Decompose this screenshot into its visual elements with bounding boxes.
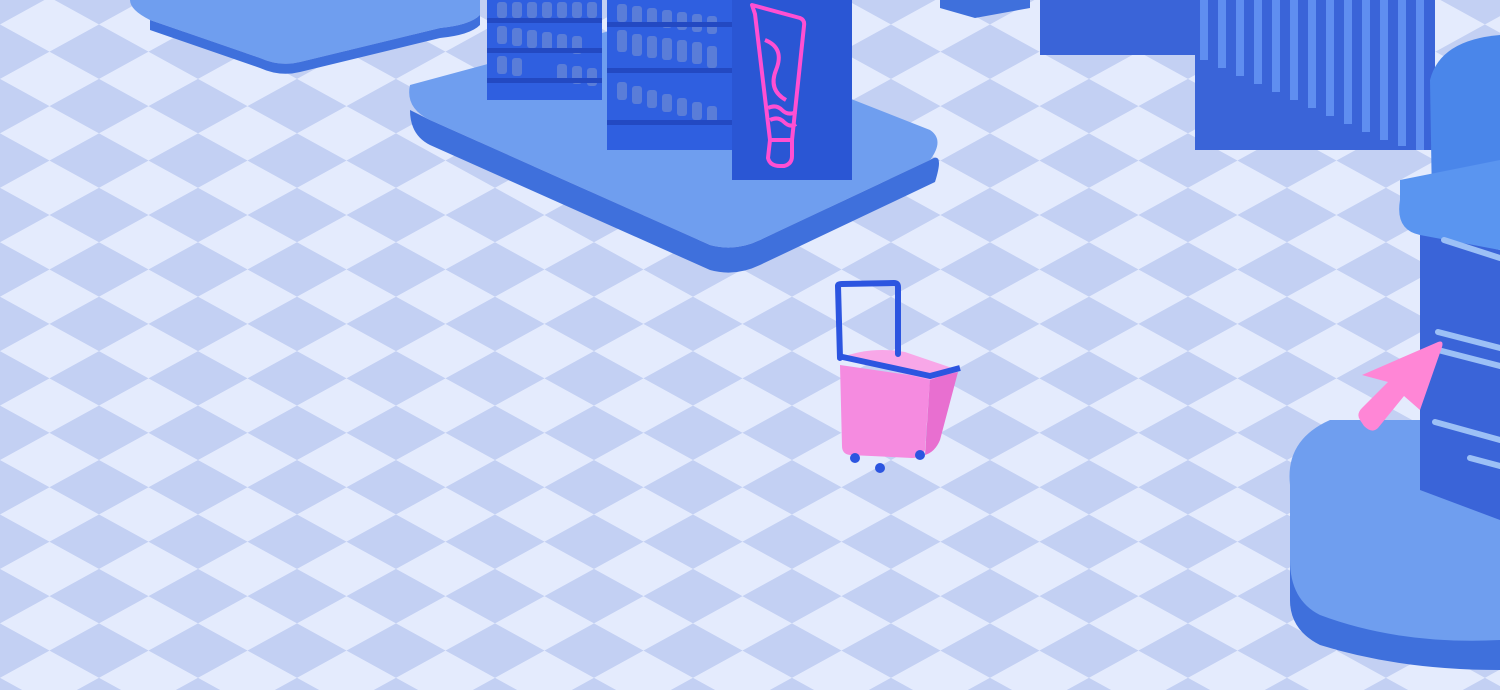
store-scene bbox=[0, 0, 1500, 690]
